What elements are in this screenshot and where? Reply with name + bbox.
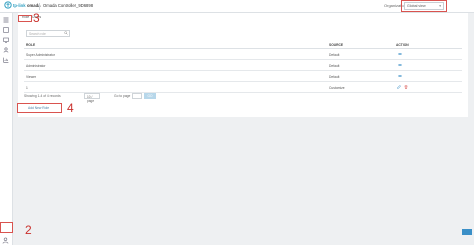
annotation-label-4: 4 [67,101,74,115]
devices-icon[interactable] [3,37,9,43]
search-icon[interactable] [64,31,68,35]
source-cell: Default [329,64,340,68]
annotation-box-4 [17,103,62,113]
source-cell: Default [329,75,340,79]
insight-icon[interactable] [3,57,9,63]
annotation-box-3 [18,15,32,22]
source-cell: Customize [329,86,345,90]
sidebar [0,13,13,245]
role-cell: Administrator [26,64,46,68]
brand-name: tp-link [13,3,26,8]
table-row: 1 Customize [24,82,462,93]
table-row: Administrator Default [24,60,462,71]
go-button[interactable]: GO [144,93,156,99]
view-icon[interactable] [398,63,402,67]
role-cell: Viewer [26,75,37,79]
pagination-summary: Showing 1-4 of 4 records [24,94,61,98]
goto-label: Go to page [114,94,131,98]
annotation-box-1 [401,0,447,12]
goto-page-input[interactable] [132,93,142,99]
column-role: ROLE [26,43,36,47]
clients-icon[interactable] [3,47,9,53]
delete-icon[interactable] [404,85,408,89]
dashboard-icon[interactable] [3,27,9,33]
view-icon[interactable] [398,52,402,56]
search-placeholder: Search role [29,32,46,36]
per-page-select[interactable]: 10 / page [84,93,100,103]
annotation-label-2: 2 [25,223,32,237]
column-source: SOURCE [329,43,344,47]
main-panel: Role Users Search role ROLE SOURCE ACTIO… [18,13,468,117]
help-icon[interactable] [462,229,472,235]
table-header: ROLE SOURCE ACTION [24,41,462,49]
user-icon[interactable] [2,237,9,244]
search-input[interactable]: Search role [26,30,70,37]
view-icon[interactable] [398,74,402,78]
controller-name: Omada Controller_9D6898 [43,3,94,8]
table-row: Viewer Default [24,71,462,82]
role-cell: Super Administrator [26,53,55,57]
column-action: ACTION [396,43,409,47]
annotation-label-3: 3 [33,11,40,25]
menu-icon[interactable] [3,17,9,23]
table-row: Super Administrator Default [24,49,462,60]
tplink-logo-icon [4,1,12,9]
header-divider [39,3,40,10]
source-cell: Default [329,53,340,57]
edit-icon[interactable] [397,85,401,89]
annotation-box-2 [0,222,13,233]
role-cell: 1 [26,86,28,90]
